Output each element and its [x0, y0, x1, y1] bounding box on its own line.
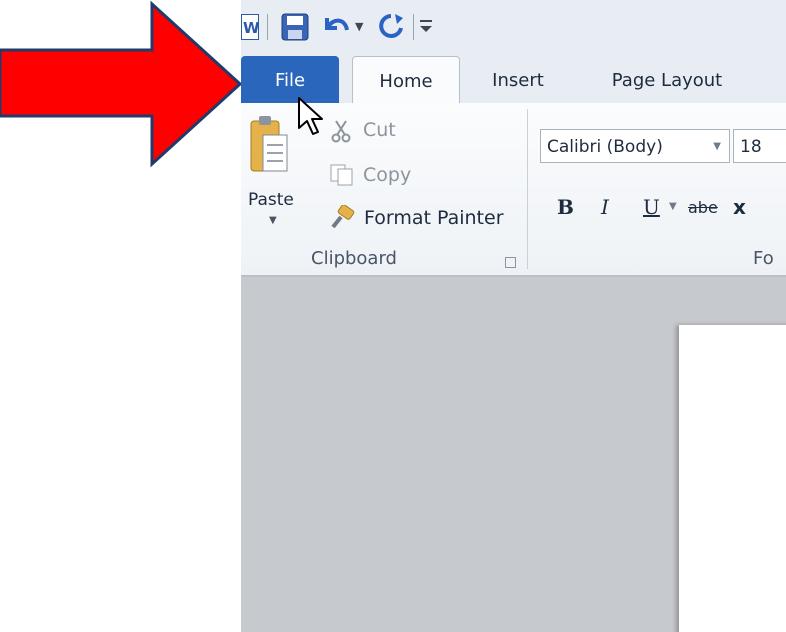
strikethrough-button[interactable]: abe	[688, 198, 718, 217]
customize-menu-icon[interactable]	[420, 20, 432, 34]
copy-button[interactable]: Copy	[363, 164, 411, 186]
paste-dropdown-icon[interactable]: ▼	[269, 215, 277, 226]
format-painter-button[interactable]: Format Painter	[364, 207, 504, 229]
font-name-value: Calibri (Body)	[547, 137, 663, 157]
tab-page-layout[interactable]: Page Layout	[597, 56, 737, 103]
quick-access-toolbar: W ▼	[241, 0, 786, 56]
format-painter-icon	[331, 205, 355, 229]
group-divider	[527, 109, 528, 269]
cut-button[interactable]: Cut	[363, 119, 396, 141]
italic-button[interactable]: I	[601, 195, 609, 219]
bold-button[interactable]: B	[557, 195, 574, 219]
word-window: W ▼ File Home Insert Page Layout Paste ▼…	[241, 0, 786, 632]
underline-dropdown-icon[interactable]: ▼	[669, 201, 677, 212]
cut-icon	[331, 120, 351, 143]
red-arrow-annotation	[0, 0, 242, 168]
font-name-dropdown-icon[interactable]: ▼	[713, 130, 721, 164]
copy-icon	[330, 164, 353, 186]
undo-icon[interactable]	[321, 12, 351, 40]
clipboard-group-label: Clipboard	[311, 248, 397, 269]
underline-button[interactable]: U	[643, 195, 660, 219]
font-name-select[interactable]: Calibri (Body) ▼	[540, 129, 730, 163]
save-icon[interactable]	[281, 13, 309, 41]
word-icon[interactable]: W	[241, 14, 259, 40]
qat-separator	[267, 14, 268, 40]
font-group-label: Fo	[753, 248, 774, 269]
tab-insert[interactable]: Insert	[484, 56, 552, 103]
clipboard-dialog-launcher-icon[interactable]	[505, 257, 516, 268]
paste-icon[interactable]	[249, 113, 289, 177]
font-size-value: 18	[740, 137, 762, 157]
qat-separator	[413, 14, 414, 40]
document-page[interactable]	[679, 325, 786, 632]
tab-home[interactable]: Home	[352, 56, 460, 105]
undo-dropdown-icon[interactable]: ▼	[355, 20, 363, 33]
svg-text:W: W	[243, 19, 259, 37]
mouse-pointer-icon	[298, 97, 323, 135]
subscript-button[interactable]: x	[733, 195, 746, 219]
font-size-select[interactable]: 18	[733, 129, 786, 163]
paste-button-label[interactable]: Paste	[248, 190, 294, 210]
redo-icon[interactable]	[377, 12, 405, 40]
